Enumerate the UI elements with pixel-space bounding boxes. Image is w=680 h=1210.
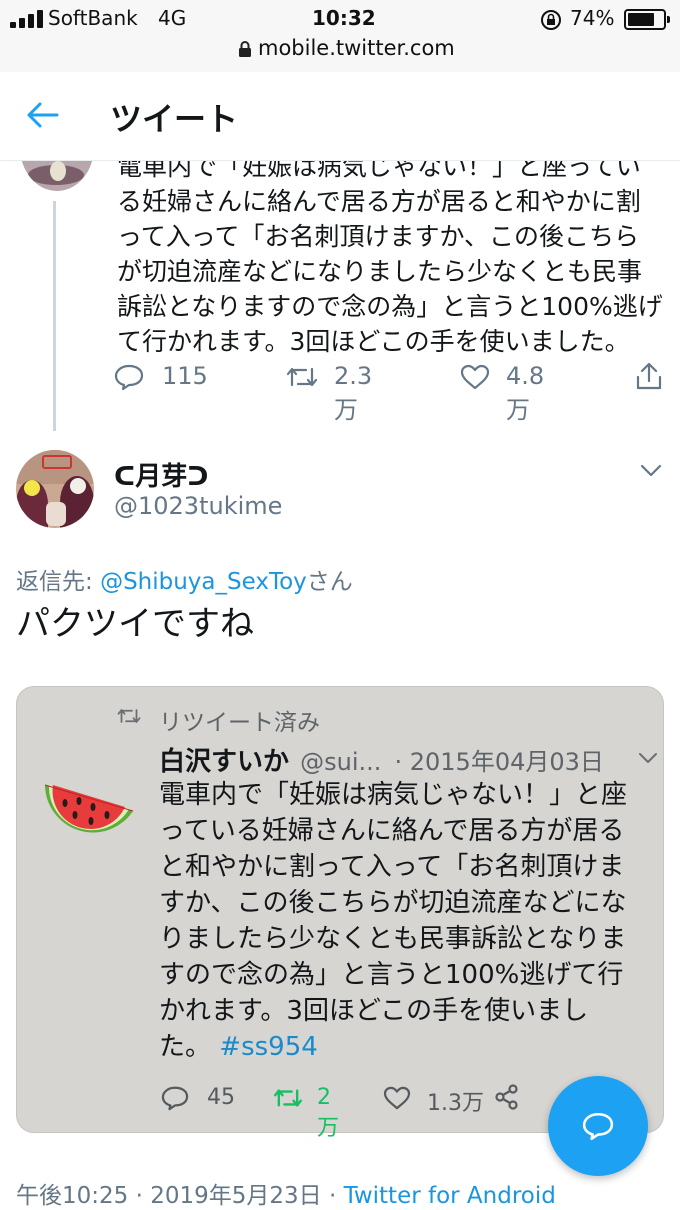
user-avatar[interactable] [16,450,94,528]
quoted-tweet-text: 電車内で「妊娠は病気じゃない！」と座 っている妊婦さんに絡んで居る方が居る と和… [159,777,659,1065]
battery-icon [624,9,670,30]
reply-context: 返信先: @Shibuya_SexToyさん [16,562,353,596]
status-bar: SoftBank 4G 10:32 74% mobile.twitter.com [0,0,680,72]
text-line: 訴訟となりますので念の為」と言うと100%逃げ [117,292,663,321]
retweet-icon [286,367,318,387]
like-count: 4.8万 [506,362,545,424]
lock-icon [238,40,252,62]
page-title: ツイート [110,100,239,138]
parent-tweet-text: 電車内で「妊娠は病気じゃない！」と座ってい る妊婦さんに絡んで居る方が居ると和や… [117,161,677,359]
text-line: る妊婦さんに絡んで居る方が居ると和やかに割 [117,187,641,216]
retweet-small-icon [117,709,141,723]
signal-icon [10,10,44,32]
text-line: かれます。3回ほどこの手を使いまし [159,996,589,1026]
text-line: 電車内で「妊娠は病気じゃない！」と座 [159,780,628,810]
share-icon[interactable] [493,1083,523,1113]
reply-to-link[interactable]: @Shibuya_SexToy [100,569,307,595]
reply-count: 115 [162,362,208,390]
retweet-icon [273,1089,303,1107]
quoted-header: 白沢すいか @sui... · 2015年04月03日 [159,741,604,778]
url-bar[interactable]: mobile.twitter.com [258,36,455,60]
timestamp-text[interactable]: 午後10:25 · 2019年5月23日 · [16,1183,344,1209]
text-line: が切迫流産などになりましたら少なくとも民事 [117,257,643,286]
reply-suffix: さん [306,569,353,595]
user-handle[interactable]: @1023tukime [114,492,282,520]
reply-icon [582,1112,614,1141]
quoted-tweet-card[interactable]: リツイート済み 白沢すいか @sui... · 2015年04月03日 電車内で… [16,686,664,1141]
compose-reply-button[interactable] [548,1076,648,1176]
heart-icon [460,364,490,390]
chevron-down-icon[interactable] [637,749,659,767]
text-line: って入って「お名刺頂けますか、この後こちら [117,222,640,251]
source-link[interactable]: Twitter for Android [344,1183,556,1209]
quoted-date[interactable]: · 2015年04月03日 [394,748,603,776]
retweeted-label: リツイート済み [159,710,320,736]
text-line: っている妊婦さんに絡んで居る方が居る [159,816,625,846]
watermelon-avatar[interactable] [39,749,139,849]
text-line: て行かれます。3回ほどこの手を使いました。 [117,327,630,356]
back-arrow-icon[interactable] [26,100,60,130]
heart-icon [383,1086,411,1110]
hashtag-link[interactable]: #ss954 [219,1032,318,1062]
text-line: た。 #ss954 [159,1029,659,1065]
text-line: りましたら少なくとも民事訴訟となりま [159,924,627,954]
text-line: すので念の為」と言うと100%逃げて行 [159,960,624,990]
clock: 10:32 [312,6,376,30]
quoted-retweet-count: 2万 [317,1085,340,1141]
parent-tweet[interactable]: 電車内で「妊娠は病気じゃない！」と座ってい る妊婦さんに絡んで居る方が居ると和や… [0,161,680,431]
thread-line [53,201,56,431]
top-bar: ツイート [0,72,680,161]
carrier-label: SoftBank [48,6,138,30]
parent-avatar[interactable] [20,161,94,191]
chevron-down-icon[interactable] [638,460,664,480]
tweet-text: パクツイですね [16,604,254,644]
text-line: すか、この後こちらが切迫流産などにな [159,888,627,918]
rotation-lock-icon [540,9,562,35]
battery-percent: 74% [570,6,615,30]
text-line: 電車内で「妊娠は病気じゃない！」と座ってい [117,161,641,181]
text-line: と和やかに割って入って「お名刺頂けま [159,852,625,882]
tweet-timestamp: 午後10:25 · 2019年5月23日 · Twitter for Andro… [16,1176,556,1210]
retweet-count: 2.3万 [334,362,373,424]
reply-prefix: 返信先: [16,569,101,595]
quoted-like-count: 1.3万 [427,1091,484,1116]
network-label: 4G [158,6,187,30]
quoted-handle[interactable]: @sui... [300,748,381,776]
display-name[interactable]: ᑕ月芽ᑐ [114,456,208,493]
text-last: た。 [159,1032,212,1062]
quoted-reply-count: 45 [207,1085,235,1110]
share-icon[interactable] [634,361,664,393]
reply-icon [161,1086,189,1111]
reply-icon [114,364,144,391]
quoted-display-name[interactable]: 白沢すいか [159,747,289,777]
